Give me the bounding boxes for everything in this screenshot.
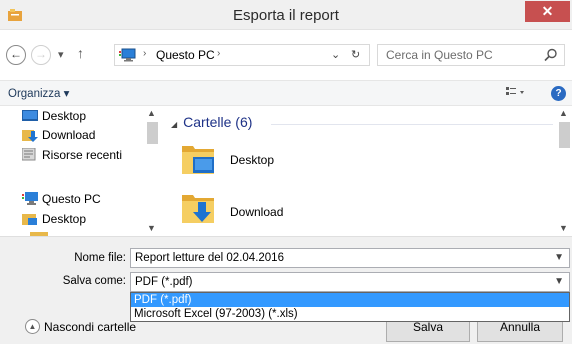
dropdown-option-pdf[interactable]: PDF (*.pdf)	[131, 293, 569, 307]
save-type-value: PDF (*.pdf)	[135, 276, 193, 288]
sidebar-item-desktop-2[interactable]: Desktop	[22, 211, 146, 229]
scroll-down-icon[interactable]: ▼	[559, 223, 568, 233]
sidebar-item-label: Desktop	[42, 212, 87, 226]
group-divider	[271, 124, 553, 125]
breadcrumb-separator-icon: ›	[143, 48, 147, 59]
chevron-down-icon[interactable]: ▼	[554, 252, 564, 263]
sidebar-item-desktop[interactable]: Desktop	[22, 108, 146, 126]
save-type-label: Salva come:	[62, 275, 126, 287]
forward-button[interactable]: →	[31, 45, 51, 65]
search-placeholder: Cerca in Questo PC	[386, 48, 493, 62]
save-type-dropdown-list[interactable]: PDF (*.pdf) Microsoft Excel (97-2003) (*…	[130, 292, 570, 322]
navigation-bar: ← → ▾ ↑ › Questo PC › ⌄ ↻ Cerca in Quest…	[0, 42, 572, 70]
refresh-icon[interactable]: ↻	[351, 48, 360, 61]
help-icon[interactable]: ?	[551, 86, 566, 101]
back-button[interactable]: ←	[6, 45, 26, 65]
scrollbar-thumb[interactable]	[559, 122, 570, 148]
sidebar-item-questo-pc[interactable]: Questo PC	[22, 191, 146, 209]
organize-menu-button[interactable]: Organizza ▾	[8, 86, 69, 100]
scroll-down-icon[interactable]: ▼	[147, 223, 156, 233]
collapse-group-icon[interactable]: ◢	[171, 120, 177, 129]
scrollbar-thumb[interactable]	[147, 122, 158, 144]
filename-field[interactable]: Report letture del 02.04.2016 ▼	[130, 248, 570, 268]
cancel-button[interactable]: Annulla	[477, 320, 563, 342]
sidebar-item-label: Questo PC	[42, 192, 101, 206]
desktop-folder-icon	[22, 214, 37, 225]
computer-icon	[22, 192, 38, 205]
sidebar-item-download[interactable]: Download	[22, 127, 146, 145]
filename-value: Report letture del 02.04.2016	[135, 252, 284, 264]
dropdown-option-xls[interactable]: Microsoft Excel (97-2003) (*.xls)	[131, 307, 569, 321]
download-folder-icon	[22, 130, 38, 142]
breadcrumb-questo-pc[interactable]: Questo PC	[156, 48, 215, 62]
up-button[interactable]: ↑	[77, 45, 84, 61]
file-list-pane: ◢ Cartelle (6) Desktop Download	[163, 108, 557, 236]
sidebar-item-label: Risorse recenti	[42, 148, 123, 162]
folder-label-download[interactable]: Download	[230, 205, 283, 219]
chevron-down-icon[interactable]: ▼	[554, 276, 564, 287]
chevron-up-icon[interactable]: ▲	[25, 319, 40, 334]
search-icon[interactable]	[544, 48, 558, 62]
group-header[interactable]: ◢ Cartelle (6)	[171, 114, 252, 130]
close-button[interactable]: ✕	[525, 1, 570, 22]
command-toolbar: Organizza ▾ ?	[0, 80, 572, 106]
breadcrumb-chevron-icon[interactable]: ›	[217, 48, 220, 59]
window-title: Esporta il report	[233, 7, 339, 24]
content-scrollbar[interactable]: ▲ ▼	[557, 108, 572, 236]
save-button[interactable]: Salva	[386, 320, 470, 342]
filename-label: Nome file:	[74, 252, 126, 264]
computer-icon	[119, 48, 136, 62]
address-bar[interactable]: › Questo PC › ⌄ ↻	[114, 44, 370, 66]
save-type-select[interactable]: PDF (*.pdf) ▼	[130, 272, 570, 292]
desktop-icon	[22, 110, 38, 121]
scroll-up-icon[interactable]: ▲	[147, 108, 156, 118]
address-dropdown-icon[interactable]: ⌄	[331, 48, 340, 61]
folder-label-desktop[interactable]: Desktop	[230, 153, 274, 167]
title-bar: Esporta il report ✕	[0, 0, 572, 30]
group-label: Cartelle (6)	[183, 114, 253, 130]
desktop-folder-icon[interactable]	[181, 141, 215, 175]
sidebar-item-label: Download	[42, 128, 96, 142]
recent-places-icon	[22, 148, 36, 161]
scroll-up-icon[interactable]: ▲	[559, 108, 568, 118]
sidebar-item-label: Desktop	[42, 109, 87, 123]
download-folder-icon[interactable]	[181, 190, 215, 224]
search-input[interactable]: Cerca in Questo PC	[377, 44, 565, 66]
navigation-pane: Desktop Download Risorse recenti Questo …	[22, 108, 160, 236]
hide-folders-label: Nascondi cartelle	[44, 320, 137, 334]
change-view-icon[interactable]	[506, 87, 526, 99]
recent-locations-dropdown-icon[interactable]: ▾	[58, 48, 64, 61]
sidebar-item-risorse-recenti[interactable]: Risorse recenti	[22, 147, 146, 165]
sidebar-scrollbar[interactable]: ▲ ▼	[145, 108, 160, 236]
